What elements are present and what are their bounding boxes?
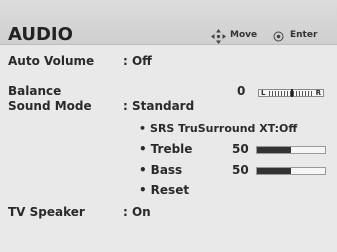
sound-mode-value: : Standard: [123, 99, 195, 113]
menu-item-tv-speaker[interactable]: TV Speaker: [8, 205, 85, 219]
enter-hint-label: Enter: [290, 30, 318, 40]
treble-slider-fill: [257, 147, 291, 153]
menu-item-reset[interactable]: Reset: [139, 183, 189, 197]
four-way-arrow-icon: [211, 29, 226, 44]
balance-slider[interactable]: L R: [258, 89, 324, 97]
menu-item-srs-trusurround[interactable]: SRS TruSurround XT:Off: [139, 122, 297, 136]
bass-slider[interactable]: [256, 167, 326, 175]
bass-value: 50: [232, 163, 249, 177]
treble-slider[interactable]: [256, 146, 326, 154]
menu-item-bass[interactable]: Bass: [139, 163, 183, 177]
audio-menu-screen: AUDIO Move Enter Auto Volume : Off Balan…: [0, 0, 337, 252]
balance-right-label: R: [315, 89, 321, 97]
balance-value: 0: [237, 84, 246, 98]
enter-circle-icon: [273, 31, 284, 42]
menu-item-balance[interactable]: Balance: [8, 84, 61, 98]
menu-title: AUDIO: [8, 24, 73, 45]
move-hint-label: Move: [230, 30, 258, 40]
bass-slider-fill: [257, 168, 291, 174]
balance-indicator: [291, 89, 293, 97]
menu-item-auto-volume[interactable]: Auto Volume: [8, 54, 94, 68]
tv-speaker-value: : On: [123, 205, 151, 219]
treble-value: 50: [232, 142, 249, 156]
auto-volume-value: : Off: [123, 54, 152, 68]
menu-item-treble[interactable]: Treble: [139, 142, 193, 156]
menu-header: AUDIO Move Enter: [0, 0, 337, 45]
balance-left-label: L: [261, 89, 266, 97]
menu-item-sound-mode[interactable]: Sound Mode: [8, 99, 92, 113]
